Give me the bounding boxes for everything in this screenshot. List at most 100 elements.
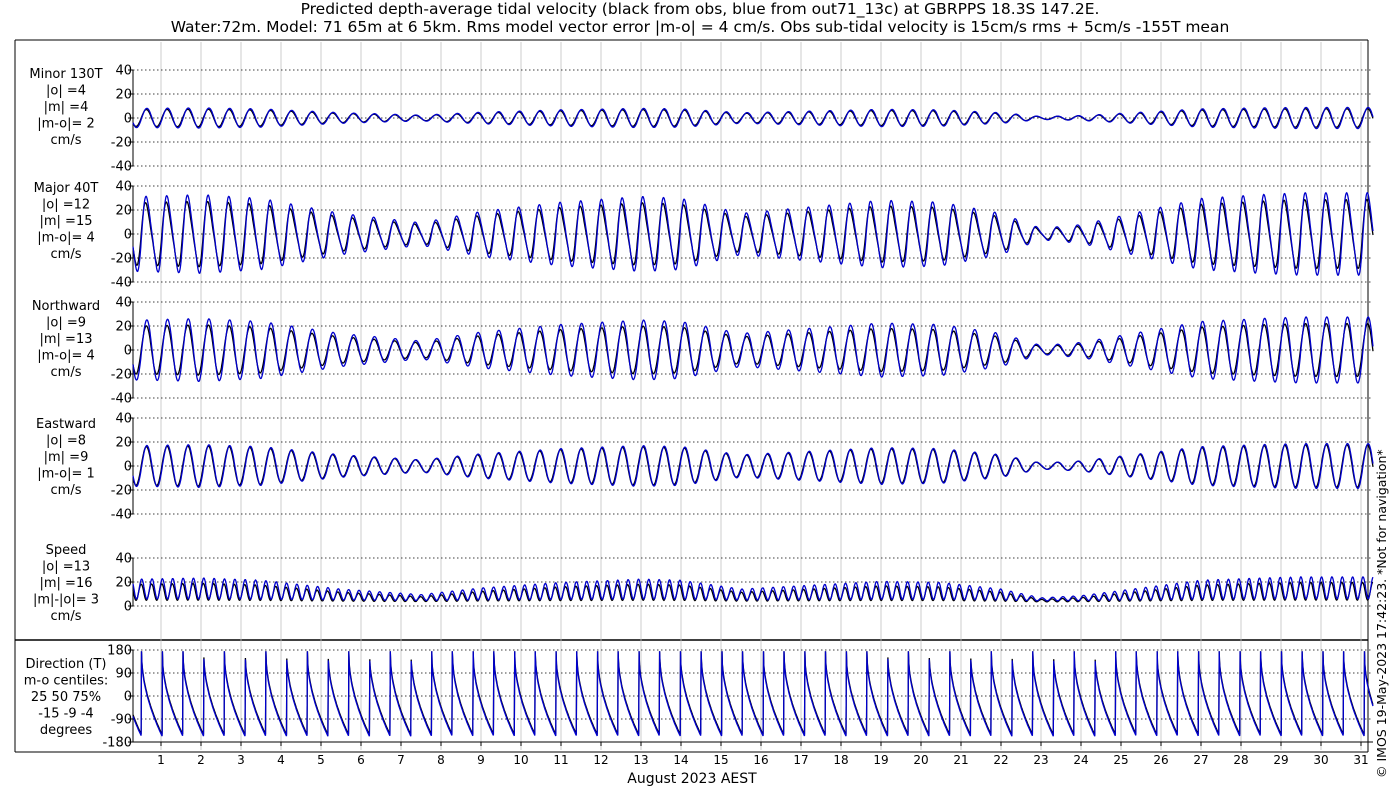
x-tick-label: 29	[1273, 753, 1288, 767]
panel-label-line: |m-o|= 4	[37, 349, 95, 364]
y-tick-label: 0	[124, 600, 132, 615]
y-tick-label: 40	[115, 412, 132, 427]
panel-label-line: |m| =9	[44, 450, 89, 465]
y-tick-label: 20	[115, 436, 132, 451]
x-tick-label: 18	[833, 753, 848, 767]
x-tick-label: 9	[477, 753, 485, 767]
panel-label-line: |m-o|= 4	[37, 231, 95, 246]
x-tick-label: 12	[593, 753, 608, 767]
y-tick-label: -40	[111, 392, 132, 407]
y-tick-label: -40	[111, 508, 132, 523]
x-tick-label: 1	[157, 753, 165, 767]
series-model-direction	[132, 651, 1374, 737]
y-tick-label: -20	[111, 136, 132, 151]
y-tick-label: 0	[124, 228, 132, 243]
y-tick-label: 0	[124, 690, 132, 705]
x-axis-label: August 2023 AEST	[627, 771, 757, 787]
panel-label-line: Minor 130T	[29, 67, 102, 82]
panels: -40 -20 0 20 40 Minor 130T |o| =4|m| =4 |m-o|= …	[24, 64, 1374, 751]
x-tick-label: 10	[513, 753, 528, 767]
day-grid	[160, 42, 1362, 750]
x-tick-label: 28	[1233, 753, 1248, 767]
y-tick-label: 0	[124, 344, 132, 359]
x-tick-label: 24	[1073, 753, 1088, 767]
panel-north: -40 -20 0 20 40 Northward |o| =9|m| =13 |m-o|= …	[32, 296, 1374, 407]
panel-label-line: m-o centiles:	[24, 674, 109, 689]
panel-label-line: |o| =4	[46, 84, 86, 99]
panel-label-line: |o| =8	[46, 434, 86, 449]
y-tick-label: 40	[115, 296, 132, 311]
x-tick-label: 13	[633, 753, 648, 767]
x-tick-label: 3	[237, 753, 245, 767]
series-obs-direction	[132, 651, 1374, 735]
panel-major: -40 -20 0 20 40 Major 40T |o| =12|m| =15 |m-o|=…	[34, 180, 1374, 291]
x-axis: 1 2 3 4 5 6 7 8 9 10 11 12 13 14 15 16 17 18 19 20 21 22 23 24 2…	[133, 741, 1373, 767]
x-tick-label: 31	[1353, 753, 1368, 767]
x-tick-label: 15	[713, 753, 728, 767]
series-model-minor	[132, 106, 1374, 130]
panel-label-line: |m-o|= 1	[37, 467, 95, 482]
panel-label-line: cm/s	[51, 365, 82, 380]
y-tick-label: 0	[124, 460, 132, 475]
panel-speed: 0 20 40 Speed |o| =13|m| =16 |m|-|o|= 3cm/s	[33, 543, 1374, 624]
panel-minor: -40 -20 0 20 40 Minor 130T |o| =4|m| =4 |m-o|= …	[29, 64, 1374, 175]
series-model-east	[132, 442, 1374, 490]
x-tick-label: 4	[277, 753, 285, 767]
y-tick-label: 20	[115, 320, 132, 335]
y-tick-label: 40	[115, 180, 132, 195]
panel-label-line: cm/s	[51, 247, 82, 262]
y-tick-label: 40	[115, 552, 132, 567]
x-tick-label: 20	[913, 753, 928, 767]
x-tick-label: 8	[437, 753, 445, 767]
panel-label-line: |o| =9	[46, 316, 86, 331]
y-tick-label: 180	[107, 644, 132, 659]
panel-label-line: |m| =15	[40, 214, 93, 229]
x-tick-label: 30	[1313, 753, 1328, 767]
x-tick-label: 26	[1153, 753, 1168, 767]
panel-label-line: -15 -9 -4	[38, 707, 93, 722]
panel-label-line: |o| =12	[42, 198, 90, 213]
x-tick-label: 21	[953, 753, 968, 767]
panel-label-line: Northward	[32, 299, 100, 314]
x-tick-label: 14	[673, 753, 688, 767]
y-tick-label: -90	[111, 713, 132, 728]
y-tick-label: 20	[115, 88, 132, 103]
y-tick-label: 0	[124, 112, 132, 127]
panel-label-line: Speed	[46, 543, 87, 558]
y-tick-label: -20	[111, 484, 132, 499]
y-tick-label: -40	[111, 160, 132, 175]
x-tick-label: 16	[753, 753, 768, 767]
x-tick-label: 25	[1113, 753, 1128, 767]
x-tick-label: 11	[553, 753, 568, 767]
panel-label-line: degrees	[40, 723, 93, 738]
panel-label-line: |o| =13	[42, 560, 90, 575]
x-tick-label: 5	[317, 753, 325, 767]
y-tick-label: 90	[115, 667, 132, 682]
panel-label-line: |m-o|= 2	[37, 117, 95, 132]
panel-label-line: |m| =4	[44, 100, 89, 115]
panel-label-line: Major 40T	[34, 181, 99, 196]
panel-label-line: |m| =13	[40, 332, 93, 347]
panel-label-line: Direction (T)	[26, 657, 107, 672]
credit-text: © IMOS 19-May-2023 17:42:23. *Not for na…	[1374, 449, 1389, 778]
y-tick-label: -20	[111, 252, 132, 267]
figure: Predicted depth-average tidal velocity (…	[0, 0, 1400, 800]
panel-label-line: cm/s	[51, 133, 82, 148]
panel-direction: -180 -90 0 90 180Direction (T) m-o centiles:2…	[24, 644, 1374, 751]
panel-label-line: cm/s	[51, 483, 82, 498]
y-tick-label: -20	[111, 368, 132, 383]
tidal-velocity-chart: -40-2002040Minor 130T|o| =4|m| =4|m-o|= …	[14, 39, 1389, 787]
x-tick-label: 6	[357, 753, 365, 767]
y-tick-label: 20	[115, 204, 132, 219]
panel-label-line: |m| =16	[40, 576, 93, 591]
x-tick-label: 22	[993, 753, 1008, 767]
series-obs-speed	[132, 581, 1374, 603]
panel-east: -40 -20 0 20 40 Eastward |o| =8|m| =9 |m-o|= 1c…	[36, 412, 1374, 523]
panel-label-line: 25 50 75%	[31, 690, 101, 705]
series-model-speed	[132, 576, 1374, 602]
y-tick-label: -40	[111, 276, 132, 291]
panel-label-line: |m|-|o|= 3	[33, 593, 99, 608]
y-tick-label: 40	[115, 64, 132, 79]
x-tick-label: 27	[1193, 753, 1208, 767]
x-tick-label: 19	[873, 753, 888, 767]
